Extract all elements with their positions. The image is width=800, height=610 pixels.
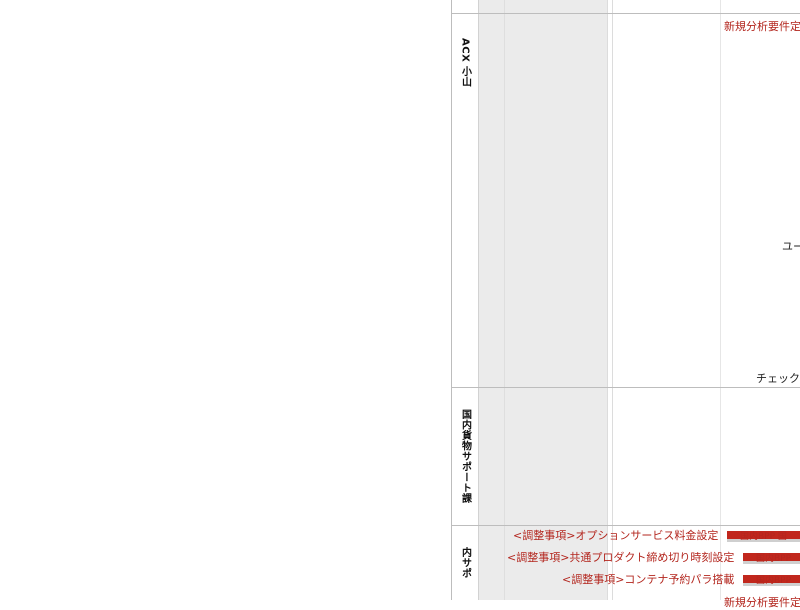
task-label-check[interactable]: チェック xyxy=(756,370,800,386)
lane-label-text: 国内貨物サポート課 xyxy=(459,409,471,504)
lane-label-text: ACX 小山 xyxy=(459,38,471,88)
lane-label-acx: ACX 小山 xyxy=(451,14,479,148)
blank-side-panel xyxy=(0,0,451,600)
task-label-user[interactable]: ユー xyxy=(782,238,800,254)
shaded-column-1 xyxy=(479,0,505,600)
grid-line xyxy=(720,0,721,600)
grid-line xyxy=(607,0,608,600)
task-label-option-service[interactable]: <調整事項>オプションサービス料金設定 xyxy=(513,527,718,543)
lane-divider xyxy=(451,13,800,14)
task-label-clipped[interactable]: 新規分析要件定 xyxy=(724,594,800,610)
lane-label-domestic-support: 国内貨物サポート課 xyxy=(451,388,479,525)
lane-divider xyxy=(451,387,800,388)
task-label-container-booking[interactable]: <調整事項>コンテナ予約パラ搭載 xyxy=(562,571,734,587)
task-label-common-product[interactable]: <調整事項>共通プロダクト締め切り時刻設定 xyxy=(507,549,734,565)
lane-divider xyxy=(451,525,800,526)
grid-line xyxy=(612,0,613,600)
task-bar-label: 国内BPP xyxy=(756,576,792,586)
shaded-column-2 xyxy=(505,0,607,600)
task-bar-label: 国内BPP 国 xyxy=(740,532,787,542)
task-bar-label: 国内BPP xyxy=(756,554,792,564)
lane-label-naisapo: 内サポ xyxy=(451,526,479,600)
task-label-new-analysis[interactable]: 新規分析要件定 xyxy=(724,18,800,34)
lane-label-text: 内サポ xyxy=(459,547,471,579)
